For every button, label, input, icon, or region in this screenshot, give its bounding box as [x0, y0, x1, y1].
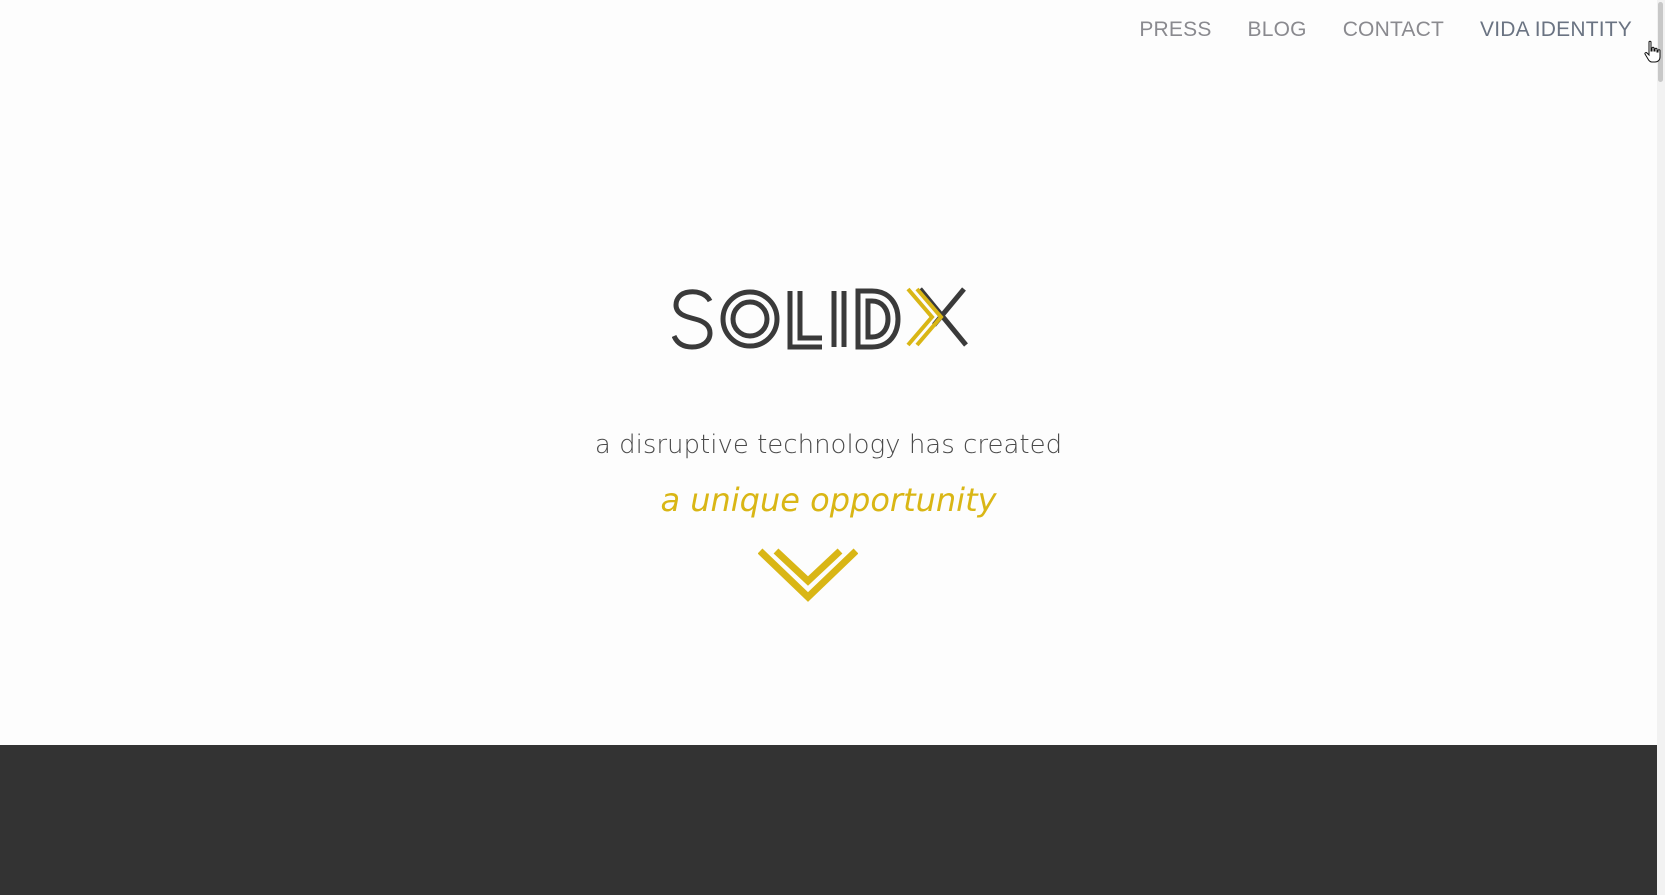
solidx-logo [672, 287, 968, 350]
hero-section: PRESS BLOG CONTACT VIDA IDENTITY a disru… [0, 0, 1657, 745]
page: PRESS BLOG CONTACT VIDA IDENTITY a disru… [0, 0, 1665, 895]
top-nav: PRESS BLOG CONTACT VIDA IDENTITY [1103, 18, 1632, 42]
nav-blog[interactable]: BLOG [1248, 18, 1307, 42]
hero-highlight: a unique opportunity [660, 481, 997, 519]
hand-pointer-icon [1644, 40, 1661, 63]
scrollbar[interactable] [1657, 0, 1665, 895]
hero-tagline: a disruptive technology has created [594, 430, 1063, 460]
nav-press[interactable]: PRESS [1139, 18, 1211, 42]
chevron-down-icon[interactable] [758, 547, 858, 609]
nav-contact[interactable]: CONTACT [1343, 18, 1444, 42]
nav-vida-identity[interactable]: VIDA IDENTITY [1480, 18, 1632, 42]
dark-section [0, 745, 1657, 895]
